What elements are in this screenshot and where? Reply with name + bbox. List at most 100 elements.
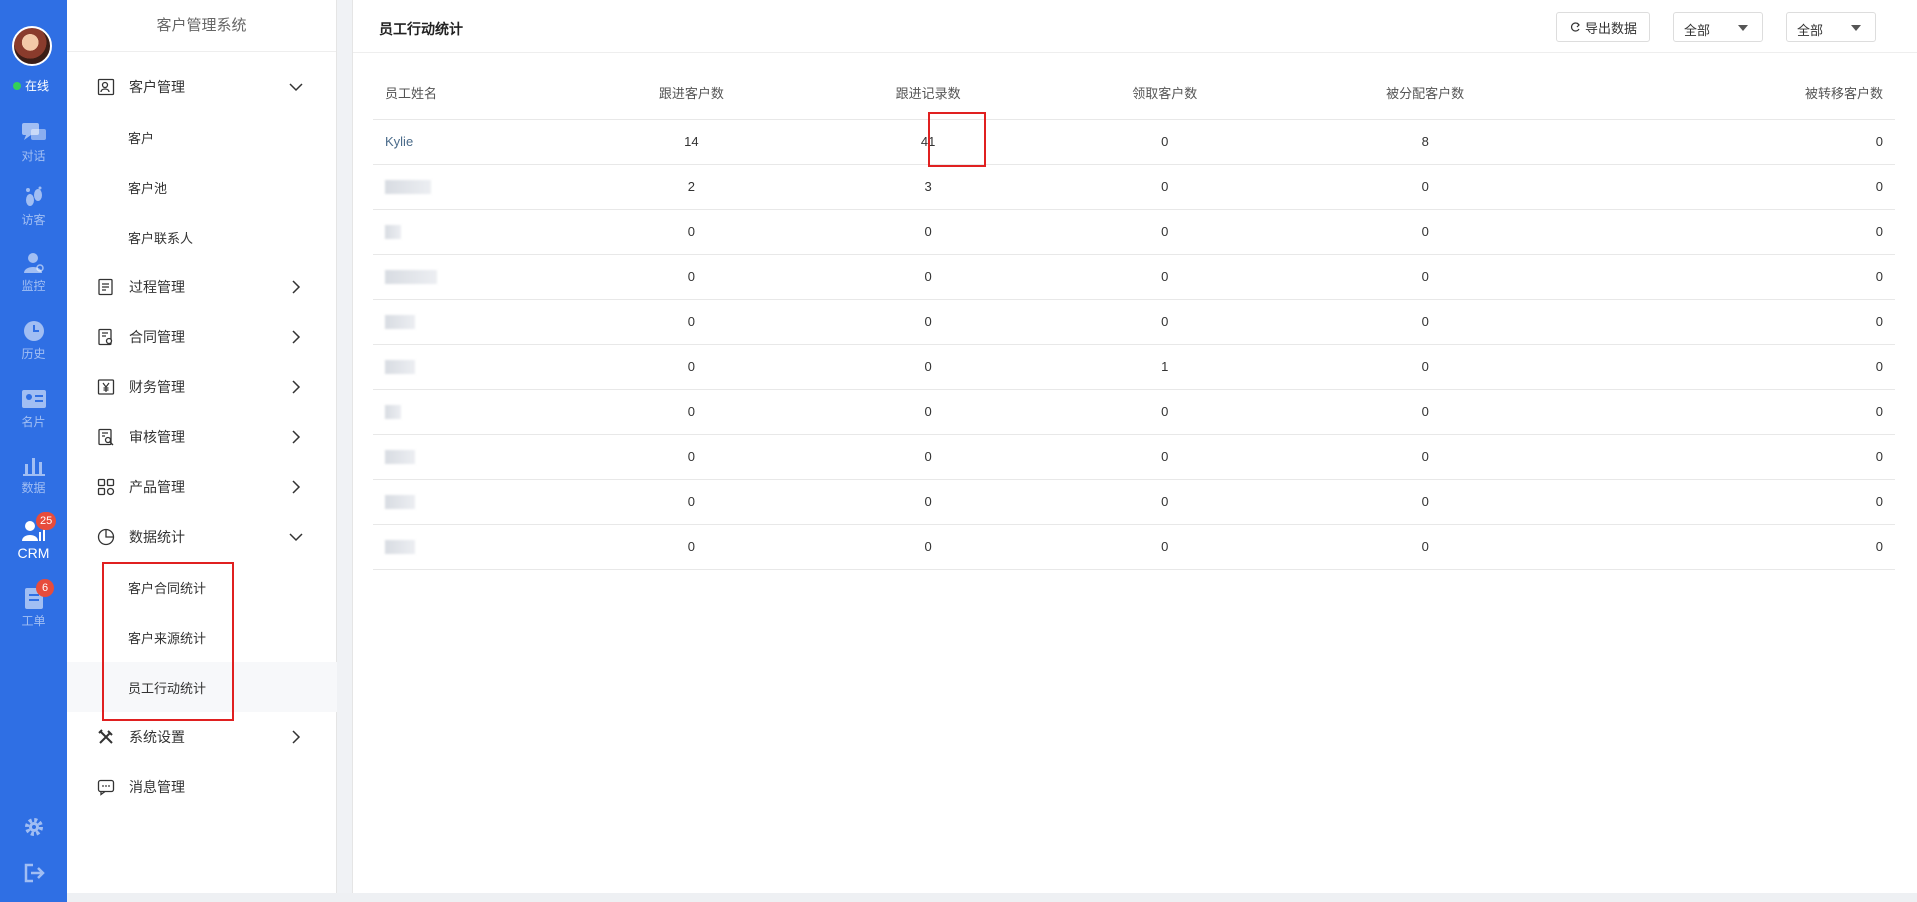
cell-value: 0 [1046, 209, 1284, 255]
table-row[interactable]: 00000 [373, 524, 1895, 570]
cell-value: 0 [1283, 434, 1568, 480]
menu-item-statistics[interactable]: 数据统计 [67, 512, 337, 562]
rail-item-history[interactable]: 历史 [0, 320, 67, 362]
customer-icon [97, 78, 115, 96]
highlight-box-record-count [928, 112, 986, 167]
rail-item-label: 监控 [21, 279, 46, 293]
audit-icon [98, 428, 114, 446]
settings-button[interactable] [0, 816, 67, 841]
redacted-name [385, 405, 401, 420]
cell-value: 0 [1567, 524, 1895, 570]
contract-icon [98, 328, 113, 346]
cell-value: 0 [1567, 479, 1895, 525]
logout-icon [24, 863, 45, 883]
export-icon [1571, 22, 1580, 32]
table-row[interactable]: Kylie 14 41 0 8 0 [373, 119, 1895, 165]
cell-value: 0 [1567, 164, 1895, 210]
menu-item-finance[interactable]: 财务管理 [67, 362, 337, 412]
table-row[interactable]: 00000 [373, 254, 1895, 300]
redacted-name [385, 180, 431, 195]
product-icon [97, 478, 115, 496]
cell-value: 0 [1283, 479, 1568, 525]
card-icon [21, 390, 46, 408]
gear-icon [24, 818, 43, 836]
rail-item-crm[interactable]: 25 CRM [0, 512, 67, 561]
export-button[interactable]: 导出数据 [1556, 12, 1650, 42]
rail-item-label: 名片 [21, 415, 46, 429]
sub-item-customer[interactable]: 客户 [67, 112, 337, 162]
chat-icon [21, 123, 46, 140]
logout-button[interactable] [0, 862, 67, 887]
cell-value: 0 [1567, 434, 1895, 480]
redacted-name [385, 360, 415, 375]
menu-item-system-settings[interactable]: 系统设置 [67, 712, 337, 762]
pie-chart-icon [97, 528, 115, 546]
filter-select-1[interactable]: 全部 [1673, 12, 1763, 42]
menu-item-product[interactable]: 产品管理 [67, 462, 337, 512]
cell-value: 0 [1046, 479, 1284, 525]
menu-item-process[interactable]: 过程管理 [67, 262, 337, 312]
table-header-row: 员工姓名 跟进客户数 跟进记录数 领取客户数 被分配客户数 被转移客户数 [373, 67, 1895, 120]
cell-value: 0 [1567, 119, 1895, 165]
cell-value: 0 [1283, 209, 1568, 255]
menu-item-label: 消息管理 [129, 779, 185, 795]
crm-badge: 25 [36, 512, 57, 530]
rail-item-monitor[interactable]: 监控 [0, 252, 67, 294]
chevron-right-icon [292, 430, 301, 444]
sub-item-customer-contact[interactable]: 客户联系人 [67, 212, 337, 262]
rail-item-label: CRM [17, 545, 50, 561]
cell-name-redacted [373, 344, 573, 390]
menu-item-audit[interactable]: 审核管理 [67, 412, 337, 462]
rail-item-ticket[interactable]: 6 工单 [0, 579, 67, 629]
table-row[interactable]: 00000 [373, 299, 1895, 345]
cell-value: 0 [573, 389, 810, 435]
table-row[interactable]: 00000 [373, 389, 1895, 435]
avatar[interactable] [12, 26, 52, 66]
process-icon [98, 278, 113, 296]
rail-item-data[interactable]: 数据 [0, 454, 67, 496]
column-header: 跟进客户数 [573, 67, 810, 120]
menu-item-label: 产品管理 [129, 479, 185, 495]
menu-item-customer[interactable]: 客户管理 [67, 62, 337, 112]
table-row[interactable]: 00000 [373, 209, 1895, 255]
cell-value: 0 [809, 524, 1047, 570]
rail-item-card[interactable]: 名片 [0, 388, 67, 430]
message-icon [97, 779, 115, 796]
rail-item-visitor[interactable]: 访客 [0, 186, 67, 228]
menu-title: 客户管理系统 [67, 0, 336, 52]
column-header: 被转移客户数 [1567, 67, 1895, 120]
cell-value: 0 [809, 209, 1047, 255]
cell-value: 1 [1046, 344, 1284, 390]
cell-name-redacted [373, 524, 573, 570]
content-card: 员工行动统计 导出数据 全部 全部 员工姓名 跟进客户数 跟进记录数 领取客户数… [352, 0, 1917, 893]
menu-item-messages[interactable]: 消息管理 [67, 762, 337, 812]
table-row[interactable]: 00100 [373, 344, 1895, 390]
cell-value: 0 [1046, 164, 1284, 210]
table-row[interactable]: 00000 [373, 479, 1895, 525]
caret-down-icon [1738, 25, 1748, 31]
page-title: 员工行动统计 [379, 21, 463, 37]
cell-value: 14 [573, 119, 810, 165]
cell-value: 0 [573, 299, 810, 345]
cell-value: 0 [1567, 254, 1895, 300]
column-header: 被分配客户数 [1283, 67, 1568, 120]
menu-item-label: 财务管理 [129, 379, 185, 395]
cell-value: 0 [1567, 389, 1895, 435]
menu-item-contract[interactable]: 合同管理 [67, 312, 337, 362]
cell-value: 0 [809, 254, 1047, 300]
sub-item-customer-pool[interactable]: 客户池 [67, 162, 337, 212]
rail-item-chat[interactable]: 对话 [0, 122, 67, 164]
cell-value: 0 [1567, 344, 1895, 390]
table-row[interactable]: 23000 [373, 164, 1895, 210]
table-row[interactable]: 00000 [373, 434, 1895, 480]
cell-value: 0 [1046, 119, 1284, 165]
online-status[interactable]: 在线 [13, 77, 49, 94]
staff-action-table: 员工姓名 跟进客户数 跟进记录数 领取客户数 被分配客户数 被转移客户数 Kyl… [373, 67, 1895, 570]
redacted-name [385, 270, 437, 285]
sub-item-label: 客户池 [128, 180, 168, 196]
filter-select-2[interactable]: 全部 [1786, 12, 1876, 42]
cell-value: 0 [1567, 209, 1895, 255]
app-rail: 在线 对话 访客 监控 历史 名片 数据 25 CRM 6 工单 [0, 0, 67, 902]
redacted-name [385, 315, 415, 330]
cell-value: 0 [809, 344, 1047, 390]
